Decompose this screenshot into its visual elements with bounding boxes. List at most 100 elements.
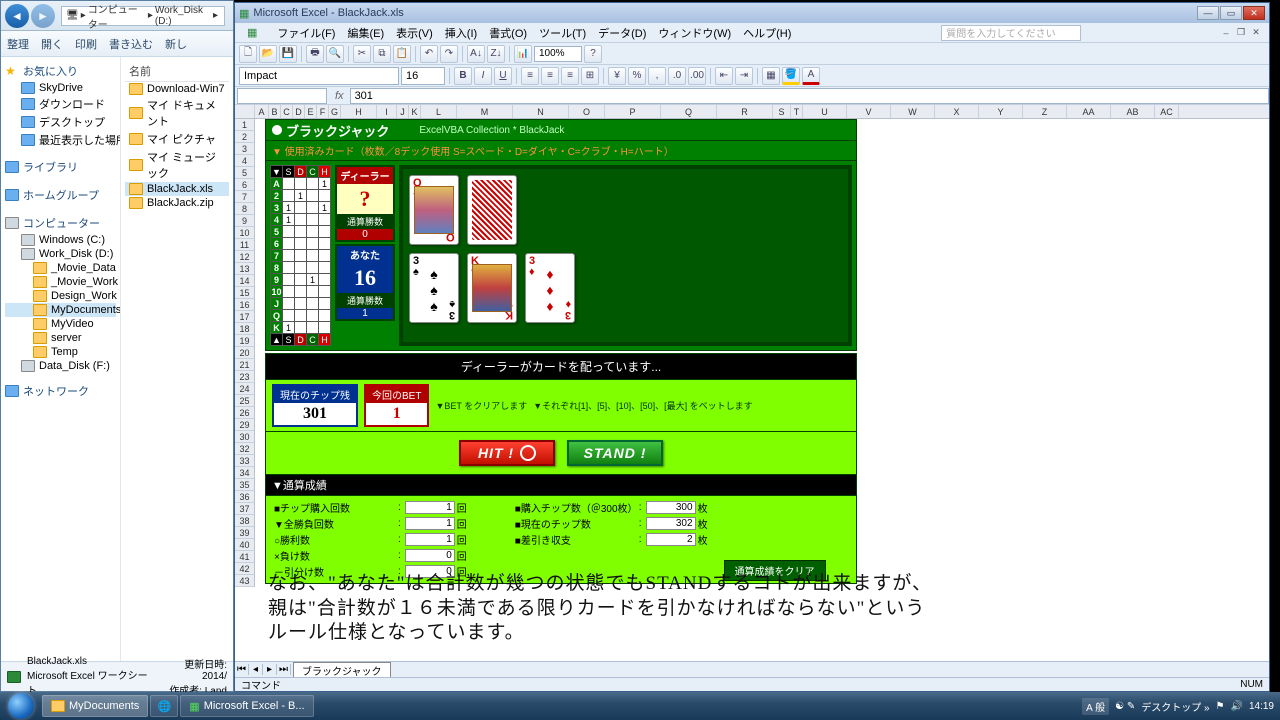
forward-button[interactable]: ► (31, 4, 55, 28)
nav-item[interactable]: 最近表示した場所 (5, 131, 116, 149)
menu-item[interactable]: 書式(O) (483, 27, 533, 41)
tab-last[interactable]: ⏭ (277, 664, 291, 675)
dec-decimal-icon[interactable]: .00 (688, 67, 706, 85)
chart-icon[interactable]: 📊 (514, 45, 532, 63)
mdi-minimize[interactable]: – (1219, 27, 1233, 39)
nav-item[interactable]: MyVideo (5, 317, 116, 331)
menu-item[interactable]: ヘルプ(H) (737, 27, 797, 41)
menu-item[interactable]: ツール(T) (533, 27, 592, 41)
tab-prev[interactable]: ◂ (249, 664, 263, 675)
bold-icon[interactable]: B (454, 67, 472, 85)
start-button[interactable] (2, 692, 40, 720)
tab-first[interactable]: ⏮ (235, 664, 249, 675)
file-row[interactable]: マイ ドキュメント (125, 96, 229, 130)
indent-inc-icon[interactable]: ⇥ (735, 67, 753, 85)
align-center-icon[interactable]: ≡ (541, 67, 559, 85)
mdi-restore[interactable]: ❐ (1234, 27, 1248, 39)
nav-item[interactable]: Design_Work (5, 289, 116, 303)
tray-flag-icon[interactable]: ⚑ (1216, 701, 1225, 712)
save-icon[interactable]: 💾 (279, 45, 297, 63)
size-select[interactable]: 16 (401, 67, 445, 85)
inc-decimal-icon[interactable]: .0 (668, 67, 686, 85)
print-icon[interactable]: 🖶 (306, 45, 324, 63)
open-icon[interactable]: 📂 (259, 45, 277, 63)
nav-item[interactable]: Temp (5, 345, 116, 359)
task-explorer[interactable]: MyDocuments (42, 695, 148, 717)
nav-item[interactable]: _Movie_Work (5, 275, 116, 289)
nav-item[interactable]: Data_Disk (F:) (5, 359, 116, 373)
close-button[interactable]: ✕ (1243, 6, 1265, 20)
column-header-name[interactable]: 名前 (125, 61, 229, 82)
nav-item[interactable]: Windows (C:) (5, 233, 116, 247)
network-header[interactable]: ネットワーク (5, 381, 116, 401)
help-search[interactable]: 質問を入力してください (941, 25, 1081, 41)
file-row[interactable]: Download-Win7 (125, 82, 229, 96)
menu-item[interactable]: 表示(V) (390, 27, 439, 41)
hit-button[interactable]: HIT ! (459, 440, 555, 466)
zoom-select[interactable]: 100% (534, 46, 582, 62)
row-headers[interactable]: 1234567891011121314151617181920212324252… (235, 119, 255, 587)
copy-icon[interactable]: ⧉ (373, 45, 391, 63)
italic-icon[interactable]: I (474, 67, 492, 85)
print-button[interactable]: 印刷 (75, 36, 97, 52)
tray-volume-icon[interactable]: 🔊 (1231, 701, 1243, 712)
new-button[interactable]: 新し (165, 36, 187, 52)
column-headers[interactable]: ABCDEFGHIJKLMNOPQRSTUVWXYZAAABAC (235, 105, 1269, 119)
new-icon[interactable]: 🗋 (239, 45, 257, 63)
redo-icon[interactable]: ↷ (440, 45, 458, 63)
organize-menu[interactable]: 整理 (7, 36, 29, 52)
library-header[interactable]: ライブラリ (5, 157, 116, 177)
computer-header[interactable]: コンピューター (5, 213, 116, 233)
task-chrome[interactable]: 🌐 (150, 695, 178, 717)
mdi-close[interactable]: ✕ (1249, 27, 1263, 39)
clock[interactable]: 14:19 (1249, 701, 1274, 712)
undo-icon[interactable]: ↶ (420, 45, 438, 63)
menu-item[interactable]: 挿入(I) (439, 27, 483, 41)
sort-icon[interactable]: A↓ (467, 45, 485, 63)
paste-icon[interactable]: 📋 (393, 45, 411, 63)
homegroup-header[interactable]: ホームグループ (5, 185, 116, 205)
nav-item[interactable]: デスクトップ (5, 113, 116, 131)
nav-item[interactable]: SkyDrive (5, 81, 116, 95)
menu-item[interactable]: ウィンドウ(W) (652, 27, 737, 41)
name-box[interactable] (237, 88, 327, 104)
help-icon[interactable]: ? (584, 45, 602, 63)
merge-icon[interactable]: ⊞ (581, 67, 599, 85)
system-tray[interactable]: A 般 ☯ ✎ デスクトップ » ⚑ 🔊 14:19 (1082, 698, 1278, 715)
nav-item[interactable]: Work_Disk (D:) (5, 247, 116, 261)
maximize-button[interactable]: ▭ (1220, 6, 1242, 20)
comma-icon[interactable]: , (648, 67, 666, 85)
file-row[interactable]: マイ ピクチャ (125, 130, 229, 148)
nav-item[interactable]: MyDocuments (5, 303, 116, 317)
menu-item[interactable]: ファイル(F) (271, 27, 341, 41)
back-button[interactable]: ◄ (5, 4, 29, 28)
breadcrumb[interactable]: 🖥 ▸コンピューター ▸Work_Disk (D:) ▸ (61, 6, 225, 26)
menu-item[interactable]: データ(D) (592, 27, 652, 41)
align-left-icon[interactable]: ≡ (521, 67, 539, 85)
font-color-icon[interactable]: A (802, 67, 820, 85)
sheet-tab[interactable]: ブラックジャック (293, 662, 391, 678)
minimize-button[interactable]: — (1197, 6, 1219, 20)
percent-icon[interactable]: % (628, 67, 646, 85)
currency-icon[interactable]: ¥ (608, 67, 626, 85)
indent-dec-icon[interactable]: ⇤ (715, 67, 733, 85)
font-select[interactable]: Impact (239, 67, 399, 85)
sort-desc-icon[interactable]: Z↓ (487, 45, 505, 63)
nav-item[interactable]: _Movie_Data (5, 261, 116, 275)
task-excel[interactable]: ▦Microsoft Excel - B... (180, 695, 313, 717)
border-icon[interactable]: ▦ (762, 67, 780, 85)
nav-item[interactable]: server (5, 331, 116, 345)
file-row[interactable]: マイ ミュージック (125, 148, 229, 182)
favorites-header[interactable]: ★お気に入り (5, 61, 116, 81)
fx-icon[interactable]: fx (329, 90, 350, 102)
fill-color-icon[interactable]: 🪣 (782, 67, 800, 85)
preview-icon[interactable]: 🔍 (326, 45, 344, 63)
menu-item[interactable]: 編集(E) (341, 27, 390, 41)
cut-icon[interactable]: ✂ (353, 45, 371, 63)
burn-button[interactable]: 書き込む (109, 36, 153, 52)
stand-button[interactable]: STAND ! (567, 440, 663, 466)
open-button[interactable]: 開く (41, 36, 63, 52)
underline-icon[interactable]: U (494, 67, 512, 85)
tab-next[interactable]: ▸ (263, 664, 277, 675)
nav-item[interactable]: ダウンロード (5, 95, 116, 113)
